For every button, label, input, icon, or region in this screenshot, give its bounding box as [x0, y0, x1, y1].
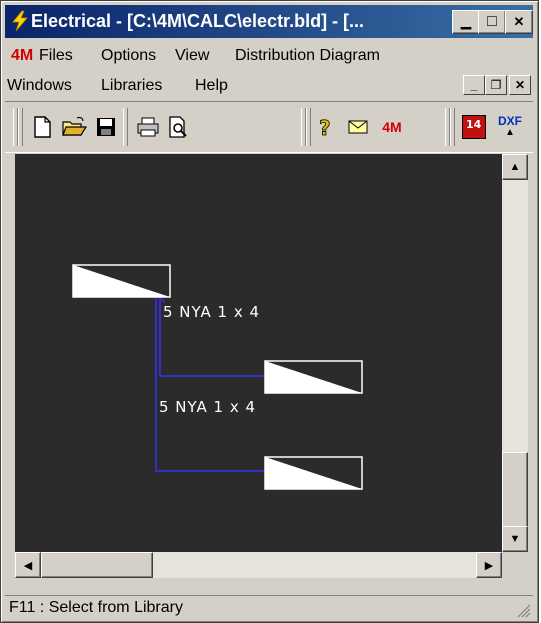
- svg-text:?: ?: [319, 116, 331, 139]
- open-folder-icon[interactable]: [59, 112, 89, 142]
- new-document-icon[interactable]: [27, 112, 57, 142]
- app-logo-4m: 4M: [11, 47, 34, 64]
- load-node-1: [264, 360, 363, 394]
- arrow-up-icon: ▲: [509, 161, 521, 173]
- status-bar: F11 : Select from Library: [5, 595, 533, 620]
- dxf-export-icon[interactable]: DXF ▲: [495, 112, 525, 142]
- dxf-label: DXF: [498, 114, 522, 128]
- status-text: F11 : Select from Library: [9, 599, 183, 616]
- cable-label: 5 NYA 1 x 4: [159, 398, 256, 416]
- menu-distribution-diagram[interactable]: Distribution Diagram: [235, 47, 380, 65]
- menu-bar-secondary: Windows Libraries Help: [5, 73, 445, 99]
- help-icon[interactable]: ?: [311, 112, 341, 142]
- menu-files[interactable]: Files: [39, 47, 73, 65]
- mdi-close-button[interactable]: ✕: [509, 75, 531, 95]
- maximize-button[interactable]: □: [478, 10, 506, 34]
- print-preview-icon[interactable]: [163, 112, 193, 142]
- horizontal-scroll-thumb[interactable]: [41, 552, 153, 578]
- arrow-right-icon: ▶: [484, 559, 494, 572]
- dxf-arrow-icon: ▲: [505, 127, 515, 138]
- vertical-scroll-thumb[interactable]: [502, 452, 528, 530]
- toolbar: ? 4M 14 DXF ▲: [5, 101, 533, 153]
- distribution-diagram: 5 NYA 1 x 4 5 NYA 1 x 4: [72, 264, 363, 490]
- mdi-restore-button[interactable]: ❐: [485, 75, 507, 95]
- 4m-logo-label: 4M: [382, 119, 402, 135]
- wire-trunk: [155, 296, 267, 472]
- lightning-bolt-icon: [12, 10, 28, 32]
- scrollbar-corner: [502, 552, 528, 578]
- toolbar-grip[interactable]: [18, 108, 23, 146]
- menu-windows[interactable]: Windows: [7, 77, 72, 95]
- horizontal-scrollbar[interactable]: ◀ ▶: [15, 552, 502, 578]
- menu-help[interactable]: Help: [195, 77, 228, 95]
- mdi-minimize-icon: _: [470, 78, 478, 92]
- toolbar-grip[interactable]: [450, 108, 455, 146]
- menu-bar-primary: 4M Files Options View Distribution Diagr…: [5, 43, 533, 69]
- load-node-2: [264, 456, 363, 490]
- scroll-up-button[interactable]: ▲: [502, 154, 528, 180]
- mdi-minimize-button[interactable]: _: [463, 75, 485, 95]
- source-distribution-node: [72, 264, 171, 298]
- cable-label: 5 NYA 1 x 4: [163, 303, 260, 321]
- arrow-left-icon: ◀: [23, 559, 33, 572]
- application-window: Electrical - [C:\4M\CALC\electr.bld] - […: [0, 0, 539, 623]
- resize-grip-icon[interactable]: [515, 602, 531, 618]
- vertical-scrollbar[interactable]: ▲ ▼: [502, 154, 528, 552]
- scroll-right-button[interactable]: ▶: [476, 552, 502, 578]
- title-bar[interactable]: Electrical - [C:\4M\CALC\electr.bld] - […: [5, 5, 533, 38]
- diagram-canvas[interactable]: 5 NYA 1 x 4 5 NYA 1 x 4: [15, 154, 502, 552]
- mail-icon[interactable]: [343, 112, 373, 142]
- minimize-icon: ▁: [461, 14, 471, 29]
- mdi-restore-icon: ❐: [490, 78, 502, 92]
- close-button[interactable]: ✕: [505, 10, 533, 34]
- minimize-button[interactable]: ▁: [452, 10, 480, 34]
- save-disk-icon[interactable]: [91, 112, 121, 142]
- toolbar-separator: [123, 108, 128, 146]
- scroll-left-button[interactable]: ◀: [15, 552, 41, 578]
- window-title: Electrical - [C:\4M\CALC\electr.bld] - […: [31, 11, 365, 31]
- 4m-logo-icon[interactable]: 4M: [377, 112, 407, 142]
- menu-view[interactable]: View: [175, 47, 209, 65]
- calendar-label: 14: [466, 118, 482, 131]
- menu-libraries[interactable]: Libraries: [101, 77, 162, 95]
- scroll-down-button[interactable]: ▼: [502, 526, 528, 552]
- arrow-down-icon: ▼: [509, 533, 521, 545]
- close-icon: ✕: [513, 14, 525, 29]
- menu-options[interactable]: Options: [101, 47, 156, 65]
- calendar-14-icon[interactable]: 14: [459, 112, 489, 142]
- maximize-icon: □: [487, 13, 497, 30]
- mdi-close-icon: ✕: [514, 78, 526, 92]
- print-icon[interactable]: [133, 112, 163, 142]
